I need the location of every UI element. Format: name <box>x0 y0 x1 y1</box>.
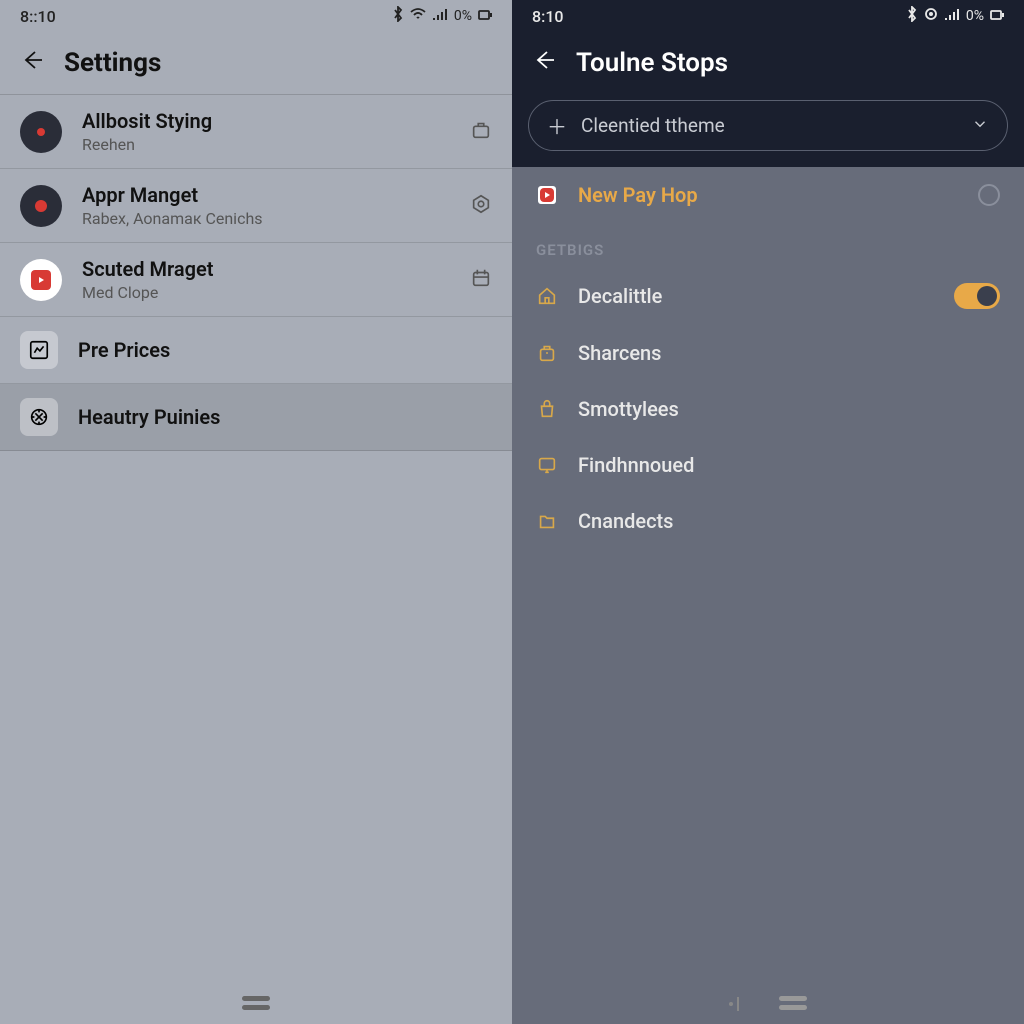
recents-button[interactable] <box>242 996 270 1012</box>
recents-button[interactable] <box>779 996 807 1012</box>
play-icon <box>31 270 51 290</box>
item-title: Heautry Puinies <box>78 405 492 429</box>
case-icon <box>536 342 558 364</box>
item-title: Smottylees <box>578 397 1000 421</box>
section-header: GETBIGS <box>512 223 1024 267</box>
signal-icon <box>944 8 960 24</box>
bluetooth-icon <box>392 6 404 26</box>
item-title: Scuted Mraget <box>82 257 450 281</box>
status-indicators: 0% <box>392 6 492 26</box>
wifi-icon <box>410 8 426 24</box>
bag-icon <box>536 398 558 420</box>
chart-icon <box>20 331 58 369</box>
theme-selector-wrap: ＋ Cleentied ttheme <box>512 94 1024 167</box>
bluetooth-icon <box>906 6 918 26</box>
status-indicators: 0% <box>906 6 1004 26</box>
battery-icon <box>990 8 1004 24</box>
battery-percent: 0% <box>454 8 472 24</box>
item-body: Smottylees <box>578 397 1000 421</box>
item-subtitle: Reehen <box>82 135 450 154</box>
status-bar: 8::10 0% <box>0 0 512 32</box>
item-body: Heautry Puinies <box>78 405 492 429</box>
page-title: Settings <box>64 48 161 78</box>
nav-left[interactable] <box>729 997 739 1011</box>
item-body: Findhnnoued <box>578 453 1000 477</box>
battery-icon <box>478 8 492 24</box>
item-body: Sharcens <box>578 341 1000 365</box>
item-subtitle: Med Clope <box>82 283 450 302</box>
settings-item-allbosit[interactable]: Allbosit Stying Reehen <box>0 95 512 169</box>
chevron-down-icon <box>971 115 989 137</box>
theme-selector[interactable]: ＋ Cleentied ttheme <box>528 100 1008 151</box>
featured-item[interactable]: New Pay Hop <box>512 167 1024 223</box>
page-title: Toulne Stops <box>576 48 728 78</box>
settings-item-appr[interactable]: Appr Manget Rabex, Aonamaк Cenichs <box>0 169 512 243</box>
radio-unchecked[interactable] <box>978 184 1000 206</box>
item-body: Decalittle <box>578 284 934 308</box>
item-title: New Pay Hop <box>578 183 958 207</box>
item-body: Pre Prices <box>78 338 492 362</box>
settings-item-prices[interactable]: Pre Prices <box>0 317 512 384</box>
settings-screen: 8::10 0% Settings Allbosit St <box>0 0 512 1024</box>
item-title: Allbosit Stying <box>82 109 450 133</box>
item-icon <box>536 184 558 206</box>
status-time: 8::10 <box>20 7 56 26</box>
briefcase-icon <box>470 119 492 145</box>
theme-label: Cleentied ttheme <box>581 114 957 137</box>
option-smottylees[interactable]: Smottylees <box>512 381 1024 437</box>
header-bar: Toulne Stops <box>512 32 1024 94</box>
option-findhnnoued[interactable]: Findhnnoued <box>512 437 1024 493</box>
toulne-screen: 8:10 0% Toulne Stops ＋ Cleentied ttheme <box>512 0 1024 1024</box>
item-title: Pre Prices <box>78 338 492 362</box>
item-icon <box>20 111 62 153</box>
signal-icon <box>432 8 448 24</box>
option-sharcens[interactable]: Sharcens <box>512 325 1024 381</box>
item-title: Decalittle <box>578 284 934 308</box>
toggle-on[interactable] <box>954 283 1000 309</box>
item-body: Cnandects <box>578 509 1000 533</box>
header-bar: Settings <box>0 32 512 95</box>
item-icon <box>20 185 62 227</box>
item-title: Cnandects <box>578 509 1000 533</box>
folder-icon <box>536 510 558 532</box>
play-icon <box>540 188 554 202</box>
nav-bar <box>512 996 1024 1012</box>
item-title: Sharcens <box>578 341 1000 365</box>
item-body: New Pay Hop <box>578 183 958 207</box>
settings-item-heautry[interactable]: Heautry Puinies <box>0 384 512 451</box>
battery-percent: 0% <box>966 8 984 24</box>
option-cnandects[interactable]: Cnandects <box>512 493 1024 549</box>
item-title: Findhnnoued <box>578 453 1000 477</box>
option-decalittle[interactable]: Decalittle <box>512 267 1024 325</box>
hex-icon <box>470 193 492 219</box>
location-icon <box>924 7 938 25</box>
item-body: Appr Manget Rabex, Aonamaк Cenichs <box>82 183 450 228</box>
back-icon[interactable] <box>20 48 44 78</box>
nav-bar <box>0 996 512 1012</box>
item-title: Appr Manget <box>82 183 450 207</box>
item-body: Scuted Mraget Med Clope <box>82 257 450 302</box>
settings-list: Allbosit Stying Reehen Appr Manget Rabex… <box>0 95 512 1024</box>
options-list: Decalittle Sharcens Smottylees <box>512 267 1024 1024</box>
status-bar: 8:10 0% <box>512 0 1024 32</box>
compass-icon <box>20 398 58 436</box>
plus-icon: ＋ <box>547 111 567 140</box>
back-icon[interactable] <box>532 48 556 78</box>
monitor-icon <box>536 454 558 476</box>
settings-item-scuted[interactable]: Scuted Mraget Med Clope <box>0 243 512 317</box>
item-body: Allbosit Stying Reehen <box>82 109 450 154</box>
calendar-icon <box>470 267 492 293</box>
item-icon <box>20 259 62 301</box>
home-icon <box>536 285 558 307</box>
status-time: 8:10 <box>532 7 564 26</box>
item-subtitle: Rabex, Aonamaк Cenichs <box>82 209 450 228</box>
